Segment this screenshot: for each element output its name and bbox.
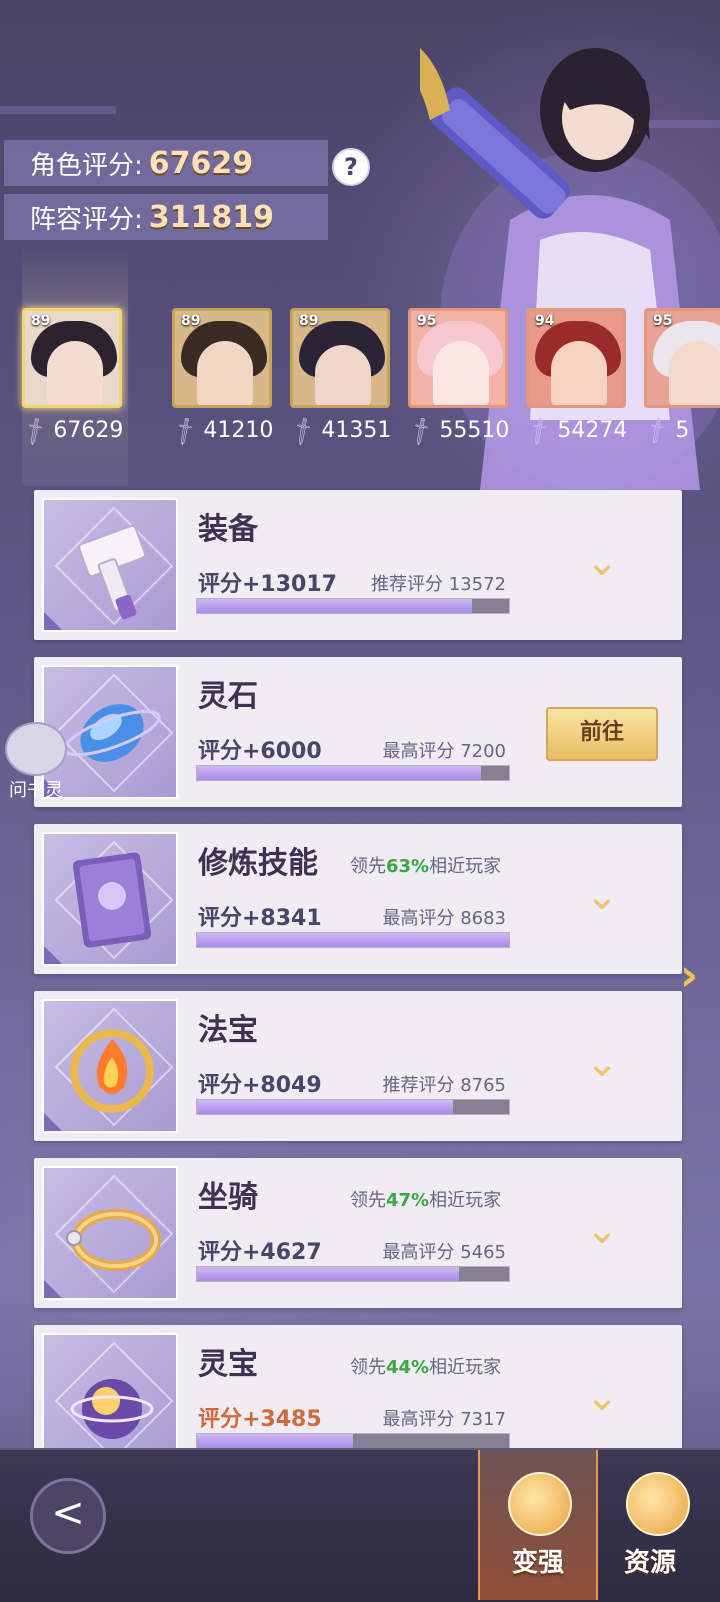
team-member-3[interactable]: 89 🗡 41351 bbox=[285, 308, 394, 448]
equipment-icon bbox=[42, 498, 178, 632]
chevron-down-icon[interactable]: ⌄ bbox=[580, 1210, 624, 1250]
card-title: 坐骑 bbox=[198, 1180, 258, 1215]
avatar-level: 95 bbox=[653, 313, 673, 329]
avatar-score: 🗡 41210 bbox=[167, 413, 274, 448]
back-button[interactable]: < bbox=[30, 1478, 106, 1554]
go-button[interactable]: 前往 bbox=[546, 707, 658, 761]
team-member-6[interactable]: 95 🗡 5 bbox=[644, 308, 720, 443]
chevron-down-icon[interactable]: ⌄ bbox=[580, 1043, 624, 1083]
card-score: 评分+13017 bbox=[198, 572, 337, 597]
chevron-right-icon[interactable]: › bbox=[680, 950, 698, 1001]
tab-resource[interactable]: 资源 bbox=[610, 1450, 720, 1600]
chevron-down-icon[interactable]: ⌄ bbox=[580, 542, 624, 582]
mount-icon bbox=[42, 1166, 178, 1300]
avatar: 95 bbox=[408, 308, 508, 408]
card-lead: 领先44%相近玩家 bbox=[350, 1357, 502, 1378]
avatar: 89 bbox=[22, 308, 122, 408]
card-mount[interactable]: 坐骑 领先47%相近玩家 评分+4627 最高评分 5465 ⌄ bbox=[34, 1158, 682, 1308]
progress-bar bbox=[196, 598, 510, 614]
avatar-level: 94 bbox=[535, 313, 555, 329]
card-title: 装备 bbox=[198, 512, 258, 547]
card-score: 评分+8049 bbox=[198, 1073, 322, 1098]
avatar-score: 🗡 67629 bbox=[17, 413, 124, 448]
help-icon[interactable]: ? bbox=[332, 148, 370, 186]
card-lead: 领先47%相近玩家 bbox=[350, 1190, 502, 1211]
card-target: 最高评分 7317 bbox=[382, 1409, 506, 1430]
card-score: 评分+3485 bbox=[198, 1407, 322, 1432]
card-score: 评分+8341 bbox=[198, 906, 322, 931]
avatar-score: 🗡 41351 bbox=[285, 413, 392, 448]
money-bag-icon bbox=[626, 1472, 690, 1536]
sword-icon: 🗡 bbox=[403, 413, 438, 448]
avatar: 95 bbox=[644, 308, 720, 408]
card-lead: 领先63%相近玩家 bbox=[350, 856, 502, 877]
tab-strengthen-label: 变强 bbox=[512, 1548, 565, 1578]
avatar: 89 bbox=[290, 308, 390, 408]
role-score-panel: 角色评分: 67629 bbox=[4, 140, 328, 186]
progress-fill bbox=[197, 933, 509, 947]
helper-label: 问书灵 bbox=[9, 780, 63, 801]
avatar-level: 89 bbox=[181, 313, 201, 329]
helper-avatar-icon bbox=[5, 722, 67, 776]
progress-fill bbox=[197, 1434, 353, 1448]
avatar-level: 89 bbox=[299, 313, 319, 329]
team-score-value: 311819 bbox=[148, 199, 275, 235]
chevron-down-icon[interactable]: ⌄ bbox=[580, 1377, 624, 1417]
card-title: 法宝 bbox=[198, 1013, 258, 1048]
avatar-level: 95 bbox=[417, 313, 437, 329]
team-score-panel: 阵容评分: 311819 bbox=[4, 194, 328, 240]
card-target: 推荐评分 8765 bbox=[382, 1075, 506, 1096]
team-member-2[interactable]: 89 🗡 41210 bbox=[167, 308, 276, 448]
card-title: 灵宝 bbox=[198, 1347, 258, 1382]
tab-strengthen[interactable]: 变强 bbox=[478, 1450, 598, 1600]
role-score-label: 角色评分: bbox=[30, 150, 143, 181]
decor-line bbox=[0, 106, 116, 114]
card-title: 灵石 bbox=[198, 679, 258, 714]
progress-fill bbox=[197, 599, 472, 613]
team-score-label: 阵容评分: bbox=[30, 204, 143, 235]
spirit-treasure-icon bbox=[42, 1333, 178, 1467]
avatar-score: 🗡 55510 bbox=[403, 413, 510, 448]
role-score-value: 67629 bbox=[148, 145, 254, 181]
progress-fill bbox=[197, 1100, 453, 1114]
sword-icon: 🗡 bbox=[167, 413, 202, 448]
progress-bar bbox=[196, 1433, 510, 1449]
sword-icon: 🗡 bbox=[644, 413, 674, 443]
progress-bar bbox=[196, 1266, 510, 1282]
card-score: 评分+4627 bbox=[198, 1240, 322, 1265]
progress-bar bbox=[196, 765, 510, 781]
progress-fill bbox=[197, 766, 481, 780]
avatar: 94 bbox=[526, 308, 626, 408]
chevron-down-icon[interactable]: ⌄ bbox=[580, 876, 624, 916]
strengthen-icon bbox=[508, 1472, 572, 1536]
team-member-5[interactable]: 94 🗡 54274 bbox=[521, 308, 630, 448]
card-cultivation-skill[interactable]: 修炼技能 领先63%相近玩家 评分+8341 最高评分 8683 ⌄ bbox=[34, 824, 682, 974]
card-target: 推荐评分 13572 bbox=[371, 574, 506, 595]
tab-resource-label: 资源 bbox=[624, 1548, 677, 1578]
sword-icon: 🗡 bbox=[17, 413, 52, 448]
card-title: 修炼技能 bbox=[198, 846, 318, 881]
card-equipment[interactable]: 装备 评分+13017 推荐评分 13572 ⌄ bbox=[34, 490, 682, 640]
helper-assistant[interactable]: 问书灵 bbox=[2, 722, 70, 801]
sword-icon: 🗡 bbox=[285, 413, 320, 448]
card-target: 最高评分 8683 bbox=[382, 908, 506, 929]
magic-treasure-icon bbox=[42, 999, 178, 1133]
avatar-score: 🗡 5 bbox=[644, 413, 720, 443]
avatar-score: 🗡 54274 bbox=[521, 413, 628, 448]
progress-bar bbox=[196, 1099, 510, 1115]
card-magic-treasure[interactable]: 法宝 评分+8049 推荐评分 8765 ⌄ bbox=[34, 991, 682, 1141]
sword-icon: 🗡 bbox=[521, 413, 556, 448]
progress-fill bbox=[197, 1267, 460, 1281]
team-member-4[interactable]: 95 🗡 55510 bbox=[403, 308, 512, 448]
avatar: 89 bbox=[172, 308, 272, 408]
card-target: 最高评分 5465 bbox=[382, 1242, 506, 1263]
skill-book-icon bbox=[42, 832, 178, 966]
card-score: 评分+6000 bbox=[198, 739, 322, 764]
avatar-level: 89 bbox=[31, 313, 51, 329]
card-target: 最高评分 7200 bbox=[382, 741, 506, 762]
progress-bar bbox=[196, 932, 510, 948]
card-spirit-stone[interactable]: 灵石 评分+6000 最高评分 7200 前往 bbox=[34, 657, 682, 807]
team-member-1[interactable]: 89 🗡 67629 bbox=[17, 308, 126, 448]
